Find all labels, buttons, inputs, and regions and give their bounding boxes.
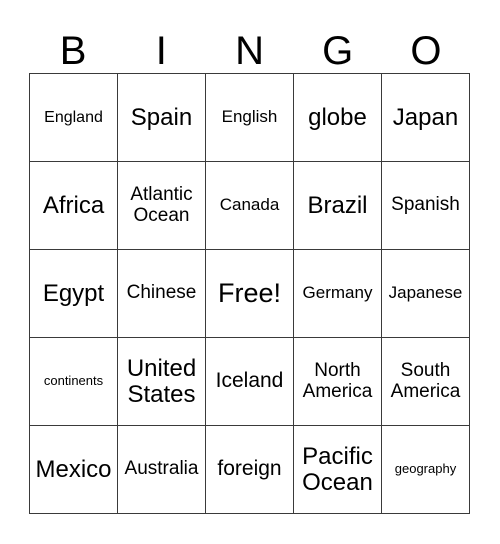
bingo-cell-label: Chinese [126, 282, 197, 304]
bingo-cell-r4c2[interactable]: United States [118, 338, 206, 426]
bingo-cell-free-space[interactable]: Free! [206, 250, 294, 338]
bingo-cell-label: Germany [302, 283, 373, 303]
bingo-cell-label: Pacific Ocean [302, 442, 373, 496]
bingo-cell-label: Spain [130, 103, 193, 131]
bingo-cell-label: Japanese [388, 283, 463, 303]
bingo-cell-label: Brazil [307, 191, 368, 219]
bingo-cell-label: Egypt [42, 279, 105, 307]
bingo-cell-label: North America [302, 359, 373, 402]
bingo-header-row: B I N G O [29, 18, 470, 73]
bingo-cell-r4c1[interactable]: continents [30, 338, 118, 426]
bingo-cell-label: Atlantic Ocean [130, 183, 193, 226]
bingo-cell-r3c5[interactable]: Japanese [382, 250, 470, 338]
bingo-cell-label: globe [308, 103, 367, 131]
bingo-header-letter-i: I [155, 29, 167, 73]
bingo-cell-r2c2[interactable]: Atlantic Ocean [118, 162, 206, 250]
bingo-cell-label: South America [390, 359, 461, 402]
bingo-cell-r3c2[interactable]: Chinese [118, 250, 206, 338]
bingo-cell-r1c3[interactable]: English [206, 74, 294, 162]
bingo-cell-label: foreign [217, 457, 282, 481]
bingo-cell-r5c5[interactable]: geography [382, 426, 470, 514]
bingo-header-letter-b: B [59, 29, 87, 73]
bingo-cell-label: United States [126, 354, 197, 408]
bingo-cell-r1c2[interactable]: Spain [118, 74, 206, 162]
bingo-grid: England Spain English globe Japan Africa… [29, 73, 470, 514]
bingo-cell-r4c3[interactable]: Iceland [206, 338, 294, 426]
bingo-cell-label: Africa [42, 191, 105, 219]
bingo-header-letter-g: G [322, 29, 354, 73]
bingo-cell-r5c1[interactable]: Mexico [30, 426, 118, 514]
bingo-cell-label: Canada [219, 195, 280, 215]
bingo-cell-r2c4[interactable]: Brazil [294, 162, 382, 250]
bingo-cell-label: Mexico [35, 455, 112, 483]
bingo-cell-r3c1[interactable]: Egypt [30, 250, 118, 338]
bingo-free-space-label: Free! [217, 277, 282, 308]
bingo-card: B I N G O England Spain English globe Ja… [0, 0, 500, 544]
bingo-cell-label: continents [43, 373, 104, 389]
bingo-cell-r5c4[interactable]: Pacific Ocean [294, 426, 382, 514]
bingo-cell-r3c4[interactable]: Germany [294, 250, 382, 338]
bingo-cell-r4c4[interactable]: North America [294, 338, 382, 426]
bingo-header-letter-n: N [235, 29, 264, 73]
bingo-cell-label: Spanish [391, 194, 460, 216]
bingo-cell-r5c3[interactable]: foreign [206, 426, 294, 514]
bingo-cell-r1c4[interactable]: globe [294, 74, 382, 162]
bingo-cell-r2c3[interactable]: Canada [206, 162, 294, 250]
bingo-cell-r1c5[interactable]: Japan [382, 74, 470, 162]
bingo-cell-label: English [221, 107, 278, 127]
bingo-cell-r5c2[interactable]: Australia [118, 426, 206, 514]
bingo-cell-label: Iceland [215, 369, 284, 393]
bingo-cell-r1c1[interactable]: England [30, 74, 118, 162]
bingo-cell-label: geography [394, 461, 457, 477]
bingo-cell-label: Australia [124, 458, 199, 480]
bingo-cell-label: Japan [392, 103, 459, 131]
bingo-cell-r2c1[interactable]: Africa [30, 162, 118, 250]
bingo-cell-label: England [44, 108, 103, 126]
bingo-cell-r2c5[interactable]: Spanish [382, 162, 470, 250]
bingo-cell-r4c5[interactable]: South America [382, 338, 470, 426]
bingo-header-letter-o: O [410, 29, 442, 73]
